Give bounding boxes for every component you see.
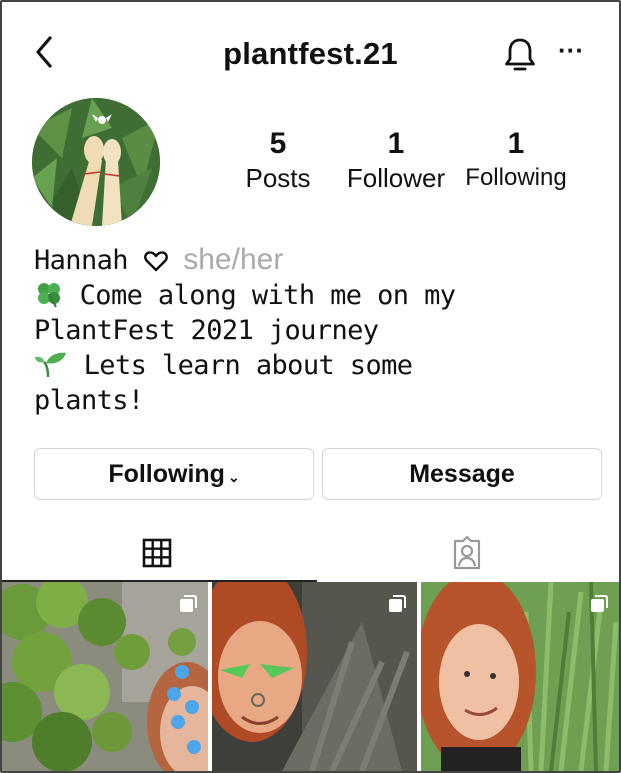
heart-icon [143, 251, 168, 272]
following-button[interactable]: Following ⌄ [34, 448, 314, 500]
bell-icon [505, 38, 535, 71]
stat-label: Posts [245, 163, 311, 193]
stat-label: Follower [346, 163, 446, 193]
bio-text: plants! [34, 385, 144, 416]
bio-name-line: Hannah she/her [34, 242, 604, 278]
message-button-label: Message [409, 459, 515, 488]
seedling-icon [35, 352, 66, 378]
profile-avatar[interactable] [32, 98, 160, 226]
message-button[interactable]: Message [322, 448, 602, 500]
bio-text: Come along with me on my [79, 280, 456, 311]
top-bar: plantfest.21 ··· [2, 2, 619, 102]
tab-tagged[interactable] [312, 524, 619, 582]
display-name: Hannah [34, 245, 129, 276]
profile-screen: plantfest.21 ··· 5 Posts 1 Follower 1 Fo… [0, 0, 621, 773]
tab-grid[interactable] [2, 524, 312, 582]
posts-count[interactable]: 5 Posts [238, 126, 318, 194]
stat-value: 1 [387, 127, 405, 160]
bio-line: Come along with me on my [34, 278, 604, 313]
stat-value: 1 [507, 127, 525, 160]
multiple-photos-icon [389, 595, 406, 612]
bio-line: PlantFest 2021 journey [34, 313, 604, 348]
chevron-down-icon: ⌄ [227, 468, 240, 485]
following-button-label: Following [108, 459, 225, 488]
four-leaf-clover-icon [38, 283, 60, 308]
profile-bio: Hannah she/her Come along with me on my … [34, 242, 604, 418]
more-options-button[interactable]: ··· [558, 37, 584, 63]
post-thumbnail[interactable] [2, 582, 208, 771]
post-thumbnail[interactable] [212, 582, 417, 771]
bio-text: Lets learn about some [83, 350, 413, 381]
stat-value: 5 [269, 127, 287, 160]
avatar-image [32, 98, 160, 226]
post-grid [2, 582, 619, 771]
multiple-photos-icon [180, 595, 197, 612]
grid-icon [142, 538, 172, 568]
bio-line: Lets learn about some [34, 348, 604, 383]
followers-count[interactable]: 1 Follower [340, 126, 452, 194]
tagged-person-icon [453, 536, 481, 570]
multiple-photos-icon [591, 595, 608, 612]
more-horizontal-icon: ··· [558, 35, 584, 65]
bio-line: plants! [34, 383, 604, 418]
pronouns: she/her [183, 243, 284, 276]
post-thumbnail[interactable] [421, 582, 619, 771]
notifications-button[interactable] [503, 34, 537, 74]
stat-label: Following [465, 164, 567, 191]
bio-text: PlantFest 2021 journey [34, 315, 379, 346]
following-count[interactable]: 1 Following [460, 126, 572, 194]
